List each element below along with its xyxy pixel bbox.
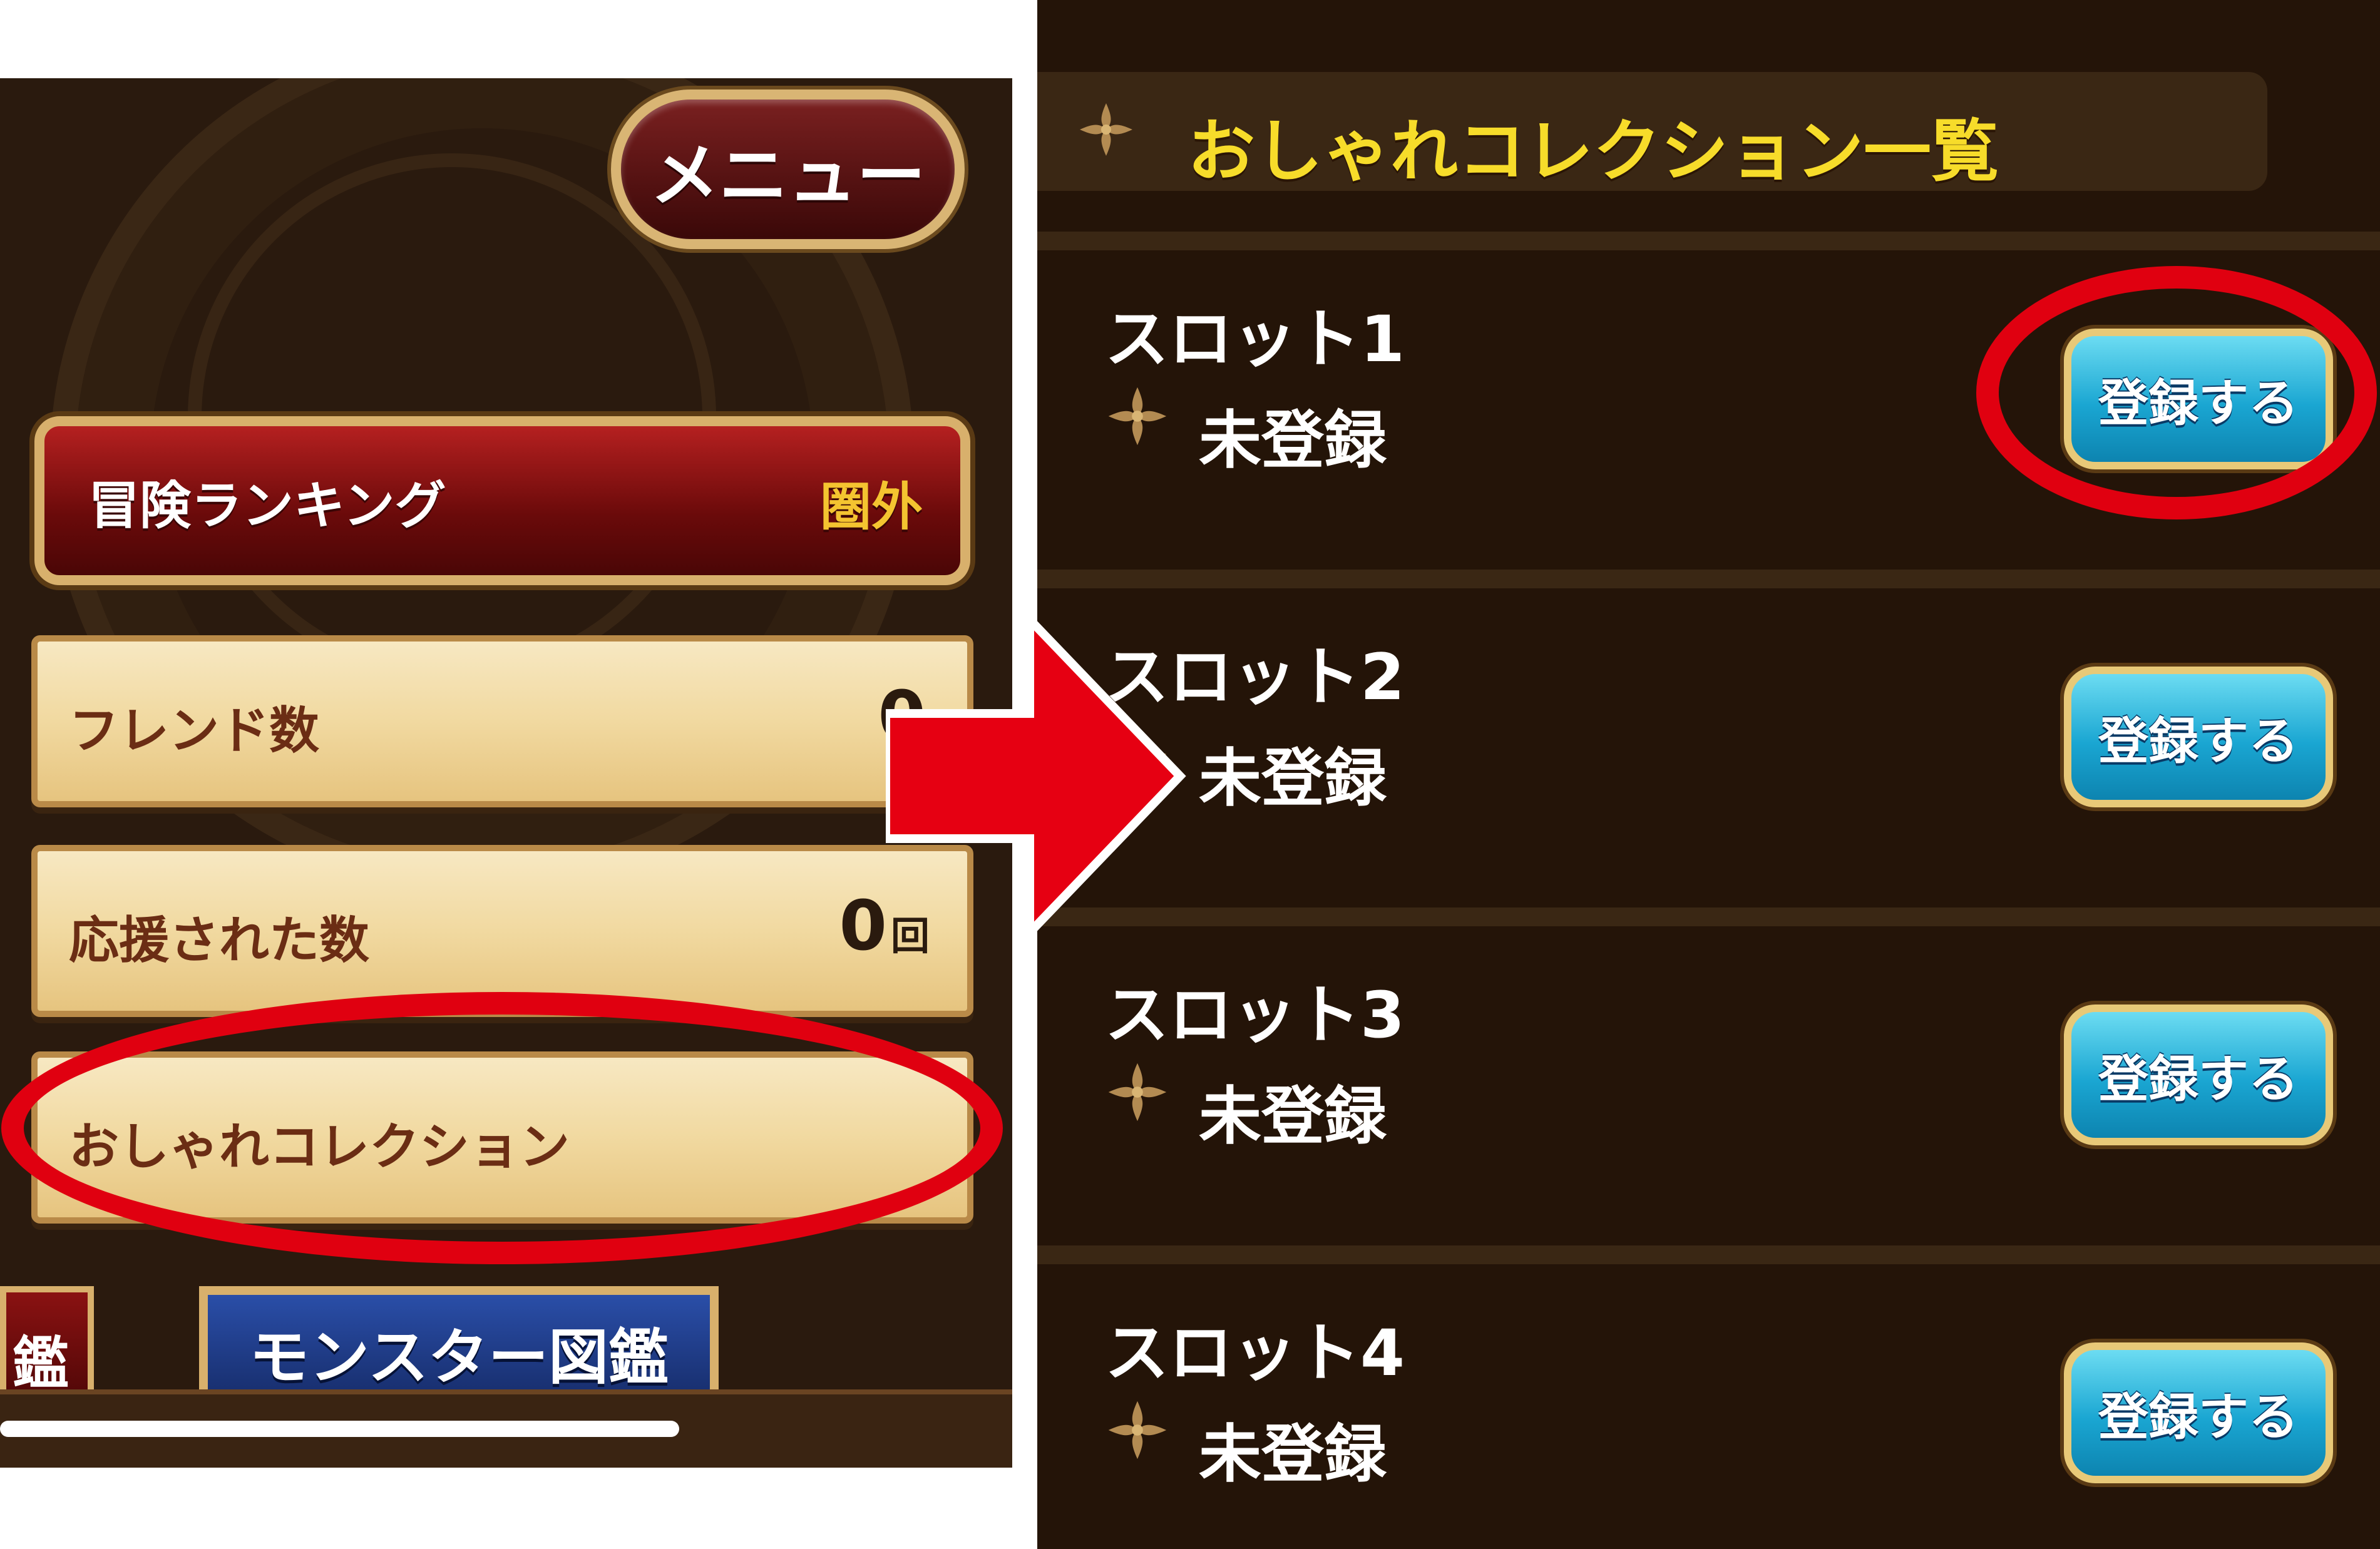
register-button[interactable]: 登録する	[2064, 1342, 2333, 1483]
slot-name: スロット4	[1105, 1316, 1405, 1391]
cheer-count-value: 0	[839, 886, 887, 966]
adventure-ranking-bar[interactable]: 冒険ランキング 圏外	[34, 416, 970, 585]
menu-button-label: メニュー	[650, 135, 926, 216]
slot-name: スロット3	[1105, 978, 1405, 1053]
zukan-partial-label: 鑑	[13, 1331, 69, 1396]
register-button-label: 登録する	[2098, 712, 2299, 770]
fleur-ornament-icon	[1108, 387, 1167, 446]
slot-name: スロット1	[1105, 302, 1405, 377]
register-button-label: 登録する	[2098, 1050, 2299, 1108]
ranking-label: 冒険ランキング	[88, 476, 446, 536]
friend-count-row: フレンド数 0	[31, 635, 973, 807]
slot-status: 未登録	[1199, 404, 1387, 477]
ranking-value: 圏外	[819, 478, 923, 537]
slot-row: スロット2 未登録 登録する	[1037, 570, 2380, 907]
cheer-count-label: 応援された数	[69, 911, 369, 969]
highlight-ellipse-register-button	[1976, 266, 2377, 519]
register-button-label: 登録する	[2098, 1388, 2299, 1446]
fleur-ornament-icon	[1080, 103, 1132, 156]
arrow-right-icon	[886, 620, 1186, 933]
cheer-count-row: 応援された数 0回	[31, 845, 973, 1017]
slot-status: 未登録	[1199, 1418, 1387, 1491]
fleur-ornament-icon	[1108, 1063, 1167, 1122]
collection-list-title: おしゃれコレクション一覧	[1187, 113, 1999, 191]
right-screen: おしゃれコレクション一覧 スロット1 未登録 登録する スロット2 未登録 登録…	[1037, 0, 2380, 1549]
collection-list-header: おしゃれコレクション一覧	[1037, 72, 2267, 191]
menu-button[interactable]: メニュー	[611, 89, 965, 249]
friend-count-label: フレンド数	[69, 702, 319, 760]
left-screen: メニュー 冒険ランキング 圏外 フレンド数 0 応援された数 0回 おしゃれコレ…	[0, 78, 1012, 1468]
slot-row: スロット4 未登録 登録する	[1037, 1245, 2380, 1549]
highlight-ellipse-fashion-collection	[1, 992, 1003, 1264]
monster-book-label: モンスター図鑑	[249, 1322, 669, 1393]
home-indicator	[0, 1421, 679, 1437]
register-button[interactable]: 登録する	[2064, 667, 2333, 807]
fleur-ornament-icon	[1108, 1401, 1167, 1460]
register-button[interactable]: 登録する	[2064, 1005, 2333, 1145]
slot-row: スロット3 未登録 登録する	[1037, 907, 2380, 1245]
slot-status: 未登録	[1199, 742, 1387, 815]
slot-status: 未登録	[1199, 1080, 1387, 1153]
